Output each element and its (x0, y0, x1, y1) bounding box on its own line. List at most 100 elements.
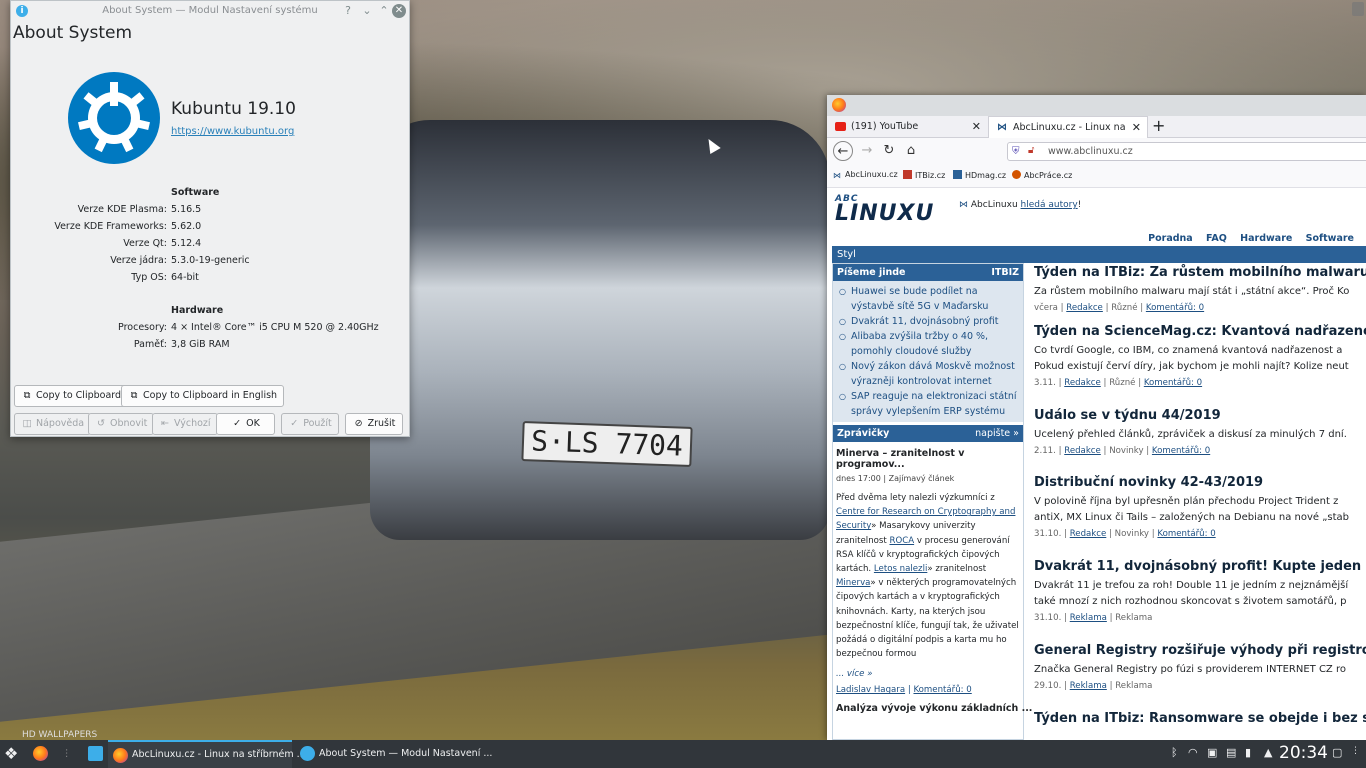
info-icon (300, 746, 315, 761)
apply-button[interactable]: ✓ Použít (281, 413, 339, 435)
tab-strip: (191) YouTube ✕ ⋈ AbcLinuxu.cz - Linux n… (827, 116, 1366, 138)
wallpaper-car (370, 120, 830, 540)
nav-hardware[interactable]: Hardware (1240, 233, 1292, 244)
firefox-icon (33, 746, 48, 761)
list-item[interactable]: Dvakrát 11, dvojnásobný profit (839, 314, 1019, 329)
read-more-link[interactable]: ... více » (833, 661, 1023, 679)
list-item: Týden na ScienceMag.cz: Kvantová nadřaze… (1034, 324, 1366, 388)
article-title[interactable]: General Registry rozšiřuje výhody při re… (1034, 643, 1366, 658)
news-title[interactable]: Analýza vývoje výkonu základních ... (833, 695, 1032, 714)
application-launcher-icon[interactable]: ❖ (4, 740, 18, 768)
cancel-button[interactable]: ⊘ Zrušit (345, 413, 403, 435)
minimize-icon[interactable]: ⌄ (360, 4, 374, 18)
list-item: Týden na ITBiz: Za růstem mobilního malw… (1034, 265, 1366, 313)
nav-poradna[interactable]: Poradna (1148, 233, 1193, 244)
close-tab-icon[interactable]: ✕ (1132, 117, 1141, 138)
ok-button[interactable]: ✓ OK (216, 413, 275, 435)
panel-settings-icon[interactable]: ⋮ (1351, 746, 1360, 756)
info-row-qt: Verze Qt: 5.12.4 (123, 238, 202, 249)
help-icon[interactable]: ? (341, 4, 355, 18)
distro-url-link[interactable]: https://www.kubuntu.org (171, 126, 294, 137)
insecure-lock-icon[interactable]: 🔓︎ (1028, 145, 1034, 156)
refresh-button[interactable]: ↺ Obnovit (88, 413, 155, 435)
style-bar[interactable]: Styl (832, 246, 1366, 263)
article-title[interactable]: Týden na ScienceMag.cz: Kvantová nadřaze… (1034, 324, 1366, 339)
article-title[interactable]: Událo se v týdnu 44/2019 (1034, 408, 1366, 423)
list-item[interactable]: SAP reaguje na elektronizaci státní sprá… (839, 389, 1019, 419)
task-about-system[interactable]: About System — Modul Nastavení ... (295, 740, 492, 768)
bookmark-abcprace[interactable]: AbcPráce.cz (1012, 170, 1072, 180)
url-text[interactable]: www.abclinuxu.cz (1048, 146, 1133, 157)
copy-to-clipboard-english-button[interactable]: ⧉ Copy to Clipboard in English (121, 385, 285, 407)
roca-link[interactable]: ROCA (889, 536, 914, 546)
copy-to-clipboard-button[interactable]: ⧉ Copy to Clipboard (14, 385, 129, 407)
firefox-launcher[interactable] (30, 740, 52, 768)
url-bar[interactable]: ⛨ 🔓︎ www.abclinuxu.cz (1007, 142, 1366, 161)
news-title[interactable]: Minerva – zranitelnost v programov... (833, 442, 1023, 470)
desktop-toolbox-icon[interactable] (1352, 2, 1364, 16)
tab-youtube[interactable]: (191) YouTube ✕ (827, 116, 987, 138)
close-icon[interactable]: ✕ (392, 4, 406, 18)
list-item[interactable]: Alibaba zvýšila tržby o 40 %, pomohly cl… (839, 329, 1019, 359)
bookmark-abclinuxu[interactable]: ⋈ AbcLinuxu.cz (833, 170, 898, 180)
article-title[interactable]: Distribuční novinky 42-43/2019 (1034, 475, 1366, 490)
list-item[interactable]: Nový zákon dává Moskvě možnost výrazněji… (839, 359, 1019, 389)
list-item: Distribuční novinky 42-43/2019 V polovin… (1034, 475, 1366, 539)
file-manager-launcher[interactable] (86, 740, 104, 768)
itbiz-list: Huawei se bude podílet na výstavbě sítě … (833, 281, 1023, 422)
bookmark-itbiz[interactable]: ITBiz.cz (903, 170, 945, 180)
home-icon[interactable]: ⌂ (901, 141, 921, 161)
reload-icon[interactable]: ↻ (879, 141, 899, 161)
back-icon[interactable]: ← (833, 141, 853, 161)
write-news-link[interactable]: napište » (975, 425, 1019, 442)
bluetooth-icon[interactable]: ᛒ (1171, 746, 1178, 759)
maximize-icon[interactable]: ⌃ (377, 4, 391, 18)
comments-link[interactable]: Komentářů: 0 (913, 685, 971, 695)
tab-abclinuxu[interactable]: ⋈ AbcLinuxu.cz - Linux na stříbrném podn… (988, 116, 1148, 138)
folder-icon (88, 746, 103, 761)
authors-wanted-link[interactable]: hledá autory (1021, 200, 1078, 210)
article-meta: 29.10. | Reklama | Reklama (1034, 681, 1153, 691)
battery-icon[interactable]: ▮ (1245, 746, 1251, 759)
navigation-toolbar: ← → ↻ ⌂ ⛨ 🔓︎ www.abclinuxu.cz (827, 138, 1366, 164)
wallpaper-watermark: HD WALLPAPERS (22, 730, 98, 740)
article-meta: včera | Redakce | Různé | Komentářů: 0 (1034, 303, 1205, 313)
forward-icon[interactable]: → (857, 141, 877, 161)
device-notifier-icon[interactable]: ▣ (1207, 746, 1217, 759)
list-item: Událo se v týdnu 44/2019 Ucelený přehled… (1034, 408, 1366, 456)
nav-faq[interactable]: FAQ (1206, 233, 1227, 244)
close-tab-icon[interactable]: ✕ (972, 116, 981, 138)
defaults-icon: ⇤ (161, 418, 169, 429)
bookmark-hdmag[interactable]: HDmag.cz (953, 170, 1006, 180)
article-title[interactable]: Týden na ITBiz: Za růstem mobilního malw… (1034, 265, 1366, 280)
expand-tray-icon[interactable]: ▲ (1264, 746, 1272, 759)
info-row-processors: Procesory: 4 × Intel® Core™ i5 CPU M 520 … (118, 322, 379, 333)
help-button[interactable]: ◫ Nápověda (14, 413, 92, 435)
nav-software[interactable]: Software (1306, 233, 1354, 244)
defaults-button[interactable]: ⇤ Výchozí (152, 413, 218, 435)
abclinuxu-logo[interactable]: ABC LINUXU (835, 194, 934, 225)
show-desktop-icon[interactable]: ▢ (1332, 746, 1342, 759)
check-icon: ✓ (233, 418, 242, 429)
info-row-ostype: Typ OS: 64-bit (131, 272, 199, 283)
check-icon: ✓ (290, 418, 299, 429)
article-title[interactable]: Týden na ITbiz: Ransomware se obejde i b… (1034, 711, 1366, 726)
article-title[interactable]: Dvakrát 11, dvojnásobný profit! Kupte je… (1034, 559, 1366, 574)
list-item: Týden na ITbiz: Ransomware se obejde i b… (1034, 711, 1366, 726)
new-tab-icon[interactable]: + (1152, 116, 1165, 136)
minerva-link[interactable]: Minerva (836, 578, 870, 588)
wifi-icon[interactable]: ◠ (1188, 746, 1198, 759)
firefox-icon[interactable] (832, 98, 846, 112)
task-firefox[interactable]: AbcLinuxu.cz - Linux na stříbrném ... (108, 740, 306, 768)
author-link[interactable]: Ladislav Hagara (836, 685, 905, 695)
about-titlebar[interactable]: i About System — Modul Nastavení systému… (11, 1, 409, 22)
article-meta: 2.11. | Redakce | Novinky | Komentářů: 0 (1034, 446, 1211, 456)
clock[interactable]: 20:34 (1279, 743, 1328, 763)
browser-titlebar[interactable] (827, 95, 1366, 116)
article-list: Týden na ITBiz: Za růstem mobilního malw… (1034, 263, 1366, 740)
letos-nalezli-link[interactable]: Letos nalezli (874, 564, 927, 574)
clipboard-icon[interactable]: ▤ (1226, 746, 1236, 759)
tracking-shield-icon[interactable]: ⛨ (1012, 146, 1022, 158)
list-item[interactable]: Huawei se bude podílet na výstavbě sítě … (839, 284, 1019, 314)
news-box-header: Zprávičky napište » (833, 425, 1023, 442)
